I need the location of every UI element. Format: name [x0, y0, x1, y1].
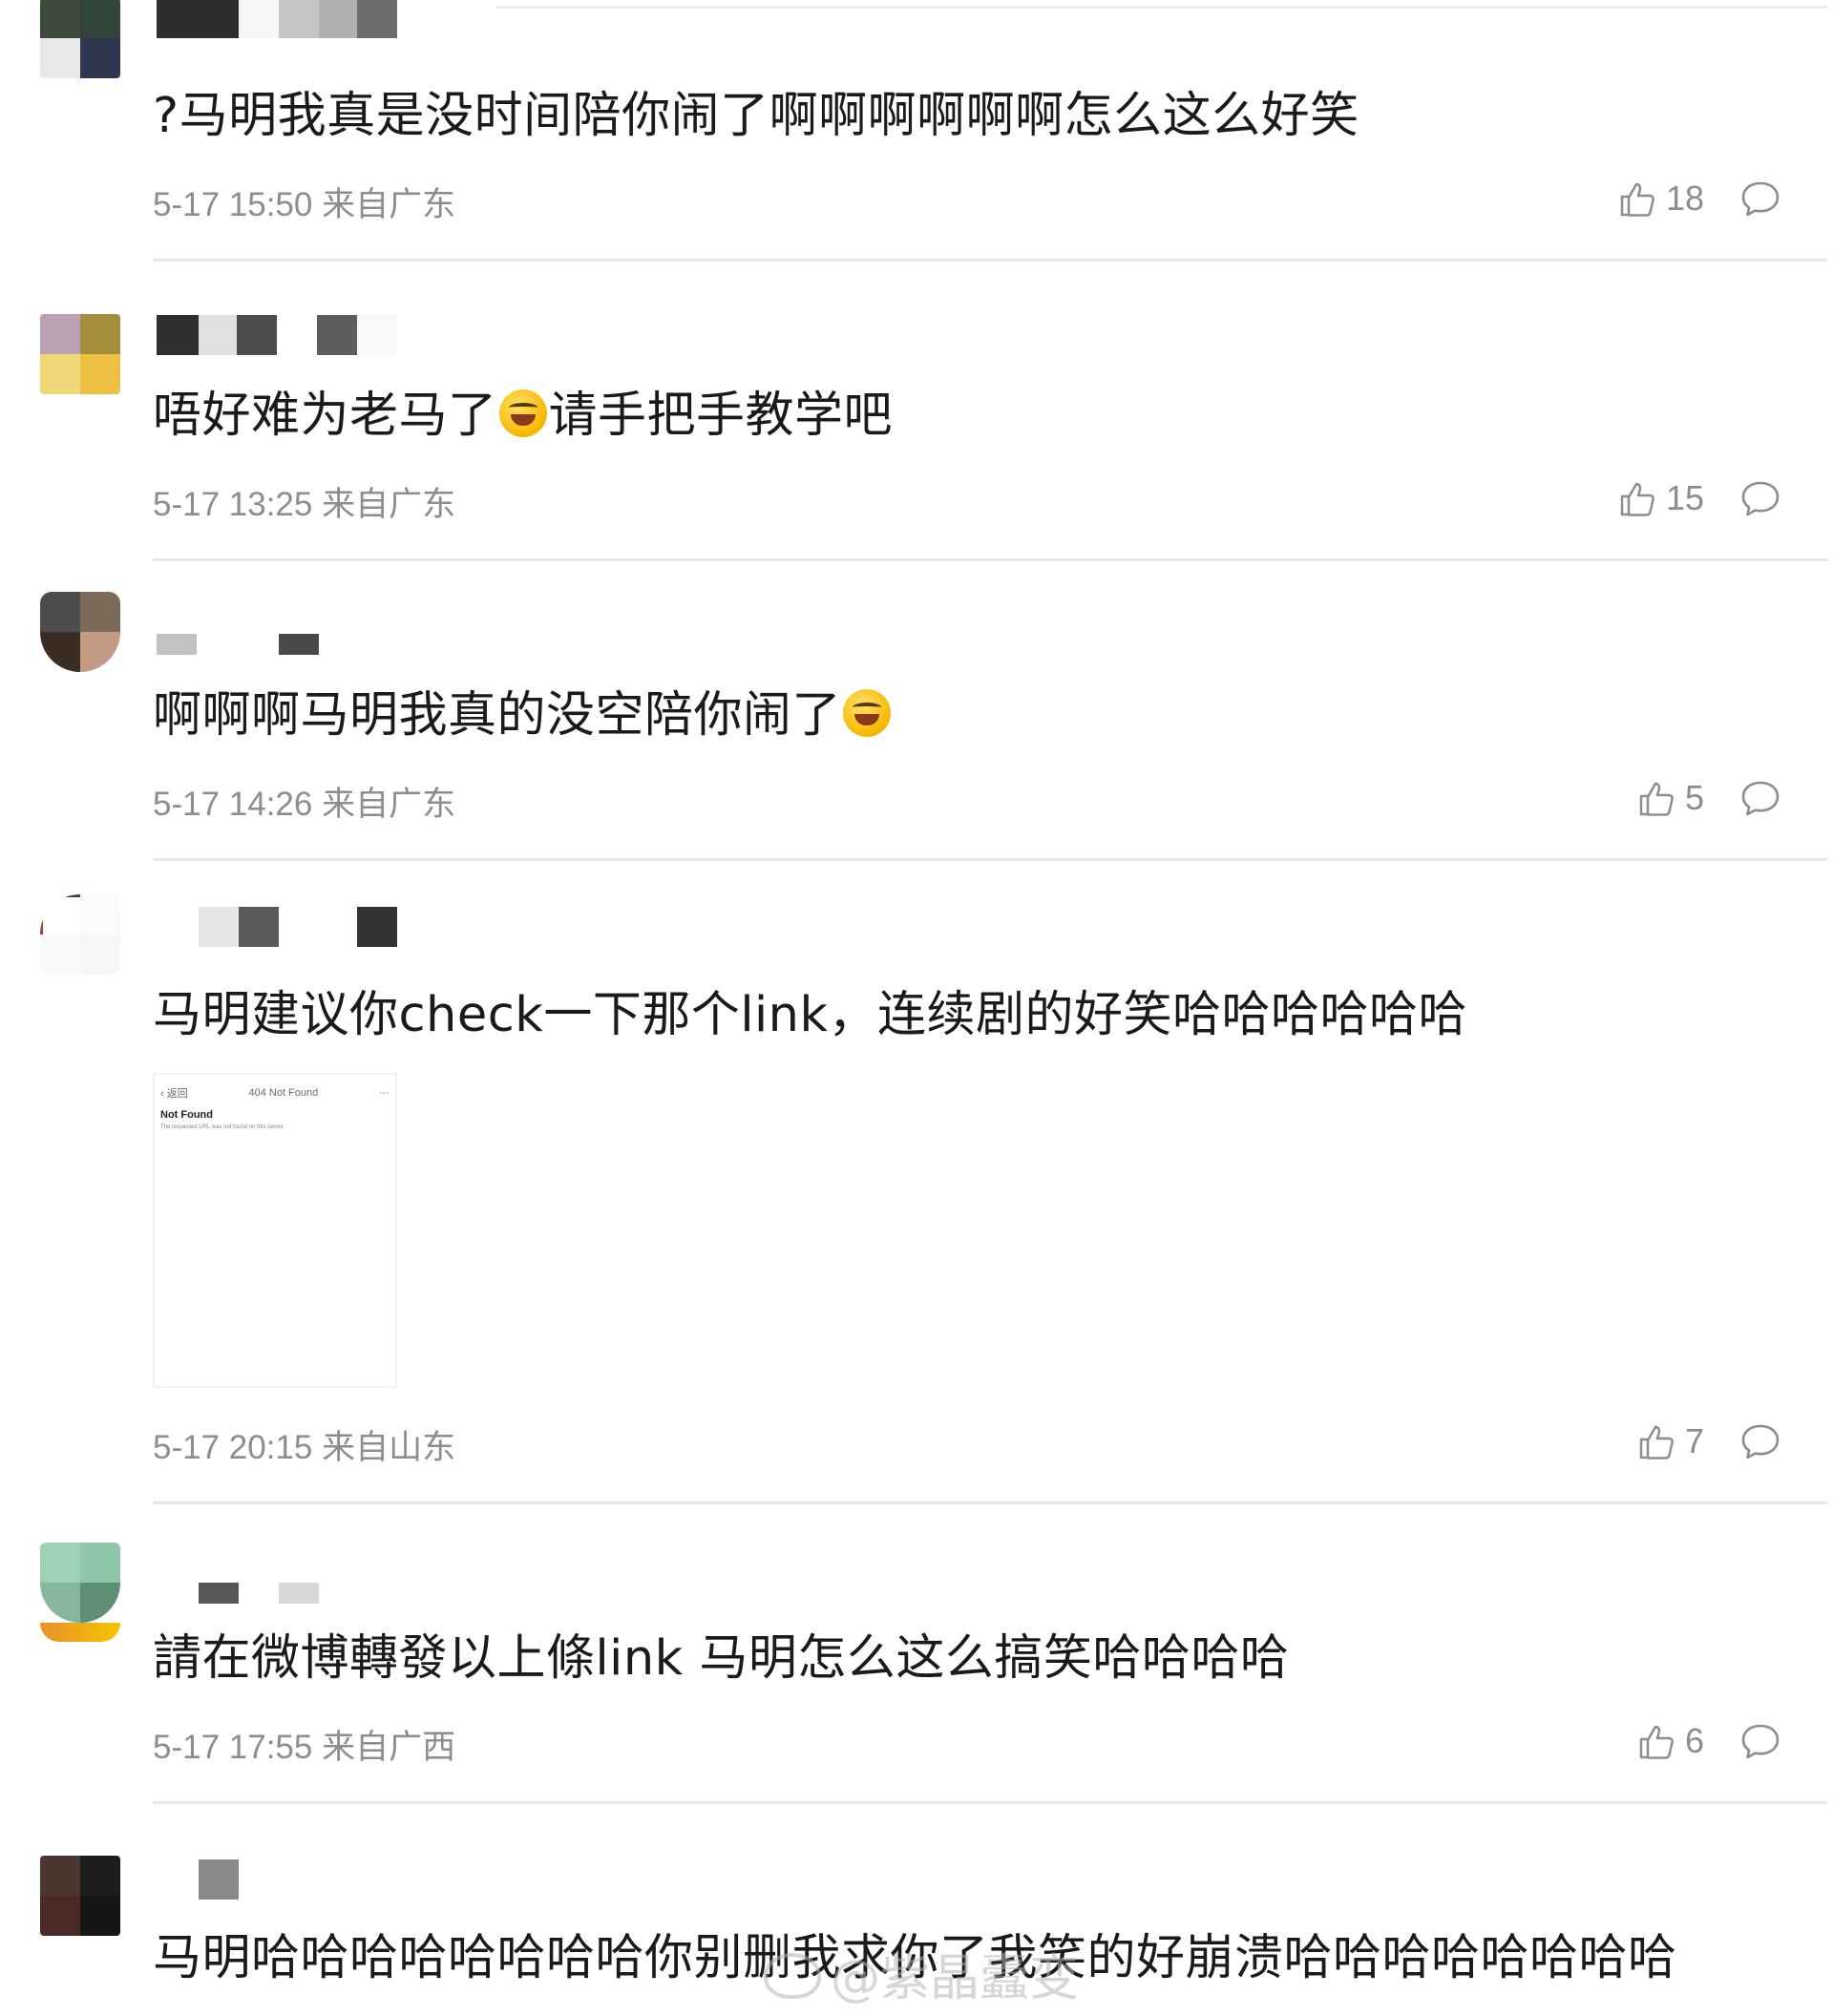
comment-list: ?马明我真是没时间陪你闹了啊啊啊啊啊啊怎么这么好笑 5-17 15:50 来自广…	[0, 0, 1833, 2016]
like-button[interactable]: 18	[1618, 178, 1704, 220]
image-page-title: 404 Not Found	[248, 1087, 319, 1099]
back-label: ‹ 返回	[160, 1088, 188, 1100]
avatar[interactable]	[40, 0, 120, 78]
attached-image[interactable]: ‹ 返回 404 Not Found ··· Not Found The req…	[153, 1073, 397, 1388]
comment-text-part: 唔好难为老马了	[153, 388, 497, 444]
comment-bubble-icon	[1741, 781, 1780, 816]
like-count: 5	[1684, 778, 1704, 817]
like-button[interactable]: 6	[1637, 1720, 1704, 1762]
divider	[153, 259, 1827, 262]
comment-text-part: ?马明我真是没时间陪你闹了啊啊啊啊啊啊怎么这么好笑	[153, 88, 1359, 144]
comment-meta: 5-17 14:26 来自广东	[153, 786, 456, 823]
avatar[interactable]	[40, 1543, 120, 1623]
comment-bubble-icon	[1741, 481, 1780, 516]
image-nav-bar: ‹ 返回 404 Not Found ···	[160, 1082, 390, 1103]
weibo-logo-icon	[764, 1953, 821, 1999]
like-button[interactable]: 15	[1618, 477, 1704, 519]
avatar[interactable]	[40, 592, 120, 672]
reply-button[interactable]	[1739, 777, 1781, 819]
like-count: 18	[1665, 178, 1704, 218]
reply-button[interactable]	[1739, 477, 1781, 519]
thumbs-up-icon	[1620, 482, 1654, 516]
chevron-left-icon: ‹	[160, 1088, 167, 1100]
thumbs-up-icon	[1639, 1425, 1674, 1460]
reply-button[interactable]	[1739, 1720, 1781, 1762]
avatar[interactable]	[40, 1856, 120, 1936]
more-icon: ···	[378, 1087, 390, 1099]
divider	[153, 1801, 1827, 1804]
like-count: 6	[1684, 1721, 1704, 1760]
comment-meta: 5-17 20:15 来自山东	[153, 1429, 456, 1466]
comment-bubble-icon	[1741, 181, 1780, 217]
username-blurred[interactable]	[157, 0, 405, 38]
comment-meta: 5-17 15:50 来自广东	[153, 186, 456, 223]
watermark-text: @紫晶蠹变	[831, 1950, 1080, 2007]
image-body: The requested URL was not found on this …	[160, 1124, 285, 1130]
comment-meta: 5-17 13:25 来自广东	[153, 486, 456, 523]
avatar[interactable]	[40, 894, 120, 975]
thumbs-up-icon	[1620, 182, 1654, 217]
comment-text: 請在微博轉發以上條link 马明怎么这么搞笑哈哈哈哈	[153, 1628, 1289, 1690]
comment-bubble-icon	[1741, 1424, 1780, 1460]
comment-text: 唔好难为老马了 请手把手教学吧	[153, 386, 893, 447]
comment-bubble-icon	[1741, 1724, 1780, 1759]
rolling-on-floor-laughing-emoji	[498, 389, 547, 437]
reply-button[interactable]	[1739, 178, 1781, 220]
username-blurred[interactable]	[157, 315, 405, 355]
comment-text-part: 马明建议你check一下那个link，连续剧的好笑哈哈哈哈哈哈	[153, 987, 1468, 1043]
username-blurred[interactable]	[157, 907, 405, 947]
thumbs-up-icon	[1639, 1725, 1674, 1759]
username-blurred[interactable]	[157, 1859, 405, 1900]
avatar-accent	[40, 1623, 120, 1642]
comment-text-part: 請在微博轉發以上條link 马明怎么这么搞笑哈哈哈哈	[153, 1630, 1290, 1687]
username-blurred[interactable]	[157, 1583, 405, 1604]
like-count: 7	[1684, 1421, 1704, 1460]
like-button[interactable]: 5	[1637, 777, 1704, 819]
watermark: @紫晶蠹变	[764, 1938, 1079, 2009]
avatar[interactable]	[40, 314, 120, 394]
divider	[153, 858, 1827, 861]
comment-meta: 5-17 17:55 来自广西	[153, 1729, 456, 1766]
tears-of-joy-emoji	[843, 689, 892, 737]
thumbs-up-icon	[1639, 782, 1674, 816]
divider	[153, 558, 1827, 561]
comment-text-part: 啊啊啊马明我真的没空陪你闹了	[153, 687, 842, 744]
comment-text: ?马明我真是没时间陪你闹了啊啊啊啊啊啊怎么这么好笑	[153, 86, 1359, 147]
reply-button[interactable]	[1739, 1420, 1781, 1462]
like-count: 15	[1665, 478, 1704, 517]
divider	[153, 1502, 1827, 1504]
comment-text-part: 请手把手教学吧	[548, 388, 894, 444]
username-blurred[interactable]	[157, 634, 405, 655]
comment-text: 啊啊啊马明我真的没空陪你闹了	[153, 685, 893, 746]
divider	[496, 6, 1827, 9]
comment-text: 马明建议你check一下那个link，连续剧的好笑哈哈哈哈哈哈	[153, 985, 1467, 1046]
image-heading: Not Found	[160, 1109, 213, 1121]
like-button[interactable]: 7	[1637, 1420, 1704, 1462]
